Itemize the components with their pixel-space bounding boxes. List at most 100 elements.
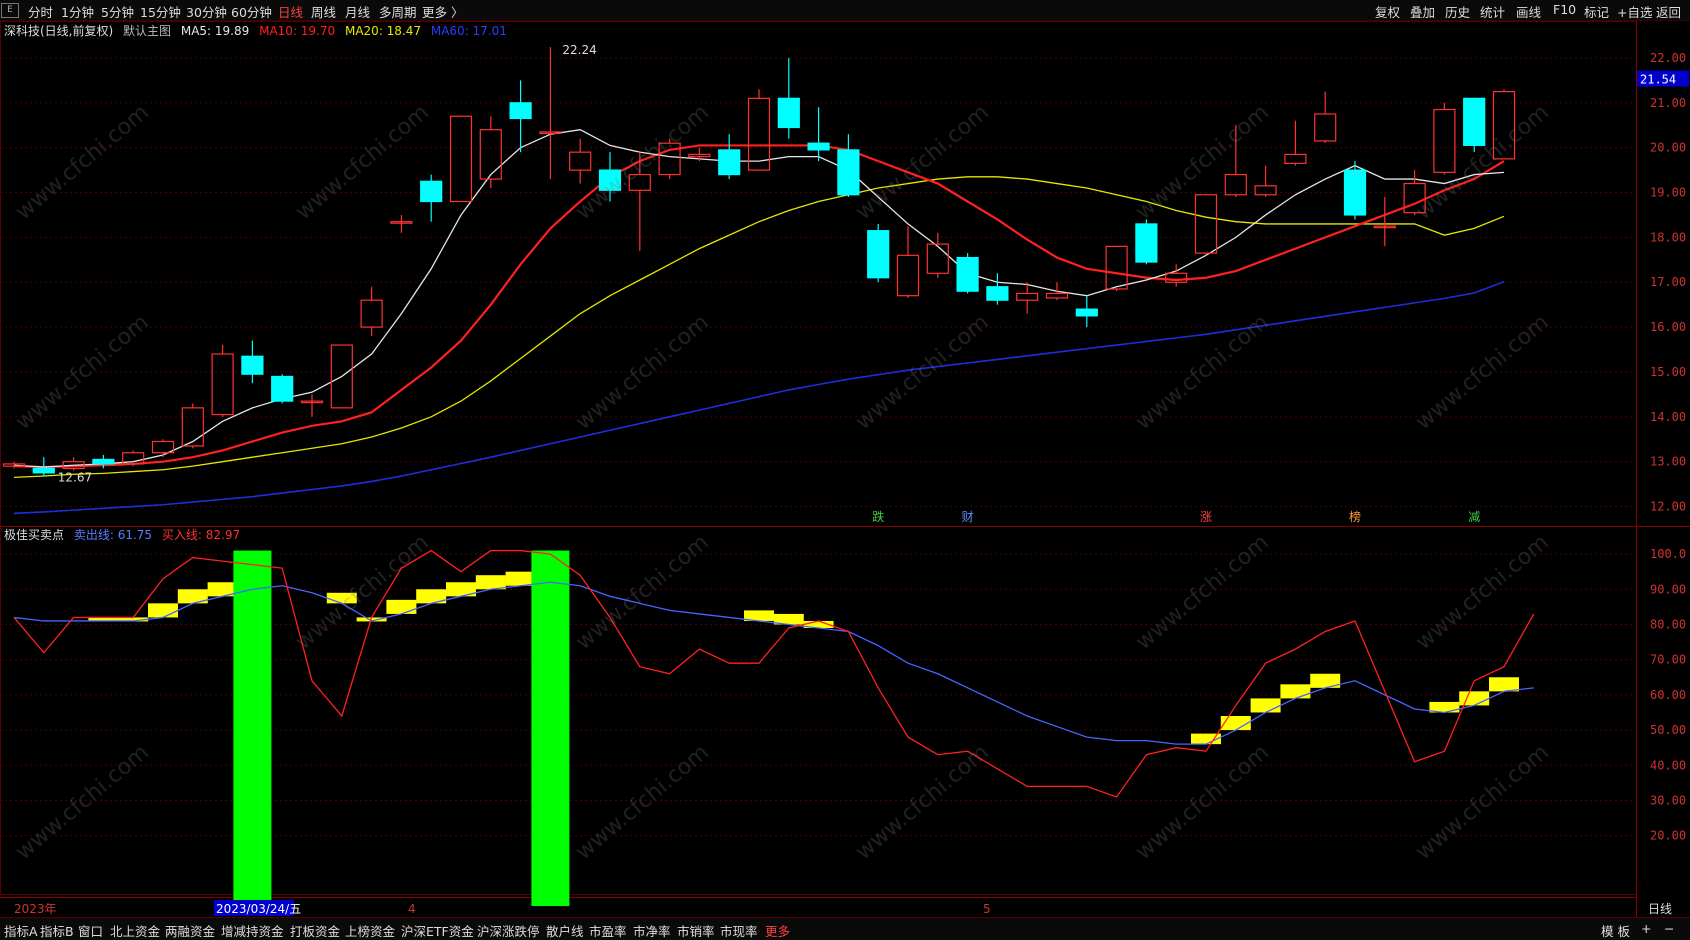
candle	[956, 253, 979, 294]
tab-board-funds[interactable]: 打板资金	[290, 921, 340, 940]
price-tick-label: 12.00	[1650, 500, 1686, 514]
tab-more[interactable]: 更多	[765, 921, 790, 940]
candle	[1224, 125, 1247, 198]
candle-body	[479, 129, 502, 180]
ma20-value: MA20: 18.47	[344, 24, 422, 38]
price-tick-label: 14.00	[1650, 410, 1686, 424]
event-marker: 榜	[1349, 509, 1361, 524]
candle-body	[1254, 185, 1277, 196]
candle	[151, 439, 175, 458]
sub-indicator-name[interactable]: 极佳买卖点	[4, 528, 64, 542]
candle	[1075, 295, 1098, 328]
buy-line-value: 买入线: 82.97	[161, 528, 241, 542]
candle	[1194, 194, 1218, 256]
candle	[420, 174, 443, 222]
candle	[241, 340, 264, 384]
date-year-label: 2023年	[14, 902, 57, 916]
candle-body	[1403, 182, 1426, 214]
candle-body	[2, 463, 26, 467]
sell-signal-bar	[1459, 691, 1490, 706]
tab-list-funds[interactable]: 上榜资金	[345, 921, 395, 940]
price-tick-label: 19.00	[1650, 186, 1686, 200]
sub-tick-label: 70.00	[1650, 653, 1686, 667]
sub-tick-label: 80.00	[1650, 617, 1686, 631]
template-button[interactable]: 模 板	[1601, 921, 1630, 940]
candle-body	[32, 467, 55, 474]
ma60-line	[13, 281, 1505, 515]
candle	[598, 152, 622, 202]
current-price-label: 21.54	[1640, 73, 1676, 87]
candle-body	[986, 286, 1009, 301]
candle-body	[1314, 113, 1337, 142]
sub-tick-label: 100.0	[1650, 547, 1686, 561]
candle	[1463, 97, 1486, 153]
candle-body	[956, 256, 979, 292]
tab-pe[interactable]: 市盈率	[589, 921, 627, 940]
candle-body	[1016, 292, 1039, 301]
tab-etf-funds[interactable]: 沪深ETF资金	[401, 921, 474, 940]
date-april-label: 4	[408, 902, 416, 916]
remove-button[interactable]: −	[1664, 921, 1674, 936]
sell-signal-bar	[148, 603, 178, 618]
candle-body	[837, 149, 860, 196]
indicator-subplot	[13, 549, 1535, 907]
tab-holdings-change[interactable]: 增减持资金	[221, 921, 284, 940]
tab-pcf[interactable]: 市现率	[720, 921, 758, 940]
candle	[479, 116, 502, 189]
indicator-name[interactable]: 默认主图	[123, 24, 171, 38]
candle	[1343, 161, 1367, 220]
candle	[360, 286, 383, 337]
tab-ps[interactable]: 市销率	[677, 921, 715, 940]
main-candlestick-plot: 22.24 12.67 跌 财 涨 榜 减	[2, 43, 1516, 524]
price-tick-label: 17.00	[1650, 275, 1686, 289]
candle-body	[628, 173, 651, 191]
sub-tick-label: 90.00	[1650, 582, 1686, 596]
sell-signal-bar	[1489, 677, 1519, 692]
sub-tick-label: 50.00	[1650, 723, 1686, 737]
tab-updown-count[interactable]: 沪深涨跌停	[477, 921, 540, 940]
event-marker: 减	[1468, 510, 1480, 524]
candle-body	[926, 243, 949, 274]
date-cursor-label: 2023/03/24/五	[216, 902, 301, 916]
candle	[1492, 89, 1516, 160]
date-may-label: 5	[983, 902, 991, 916]
period-label: 日线	[1648, 902, 1672, 916]
sell-signal-bar	[475, 575, 506, 590]
candle-body	[1492, 90, 1516, 160]
candle	[390, 214, 413, 233]
sell-signal-bar	[386, 599, 417, 614]
tab-pb[interactable]: 市净率	[633, 921, 671, 940]
candle-body	[1135, 223, 1158, 263]
candle-body	[747, 97, 771, 171]
candle	[62, 457, 85, 471]
main-legend: 深科技(日线,前复权) 默认主图 MA5: 19.89 MA10: 19.70 …	[4, 22, 513, 39]
ma60-value: MA60: 17.01	[430, 24, 507, 38]
tab-window[interactable]: 窗口	[78, 921, 103, 940]
tab-margin[interactable]: 两融资金	[165, 921, 215, 940]
tab-northbound[interactable]: 北上资金	[110, 921, 160, 940]
buy-signal-bar	[233, 550, 272, 907]
add-button[interactable]: +	[1641, 921, 1651, 936]
price-tick-label: 22.00	[1650, 51, 1686, 65]
candle	[569, 138, 592, 184]
price-tick-label: 13.00	[1650, 455, 1686, 469]
candle-body	[449, 115, 473, 203]
candle	[658, 138, 681, 180]
ma5-value: MA5: 19.89	[180, 24, 250, 38]
candle	[1135, 219, 1158, 265]
candle	[271, 374, 294, 404]
candle-body	[211, 353, 234, 416]
tab-indicator-b[interactable]: 指标B	[40, 921, 74, 940]
candle-body	[1284, 153, 1307, 164]
sell-signal-bar	[505, 571, 536, 586]
price-tick-label: 18.00	[1650, 230, 1686, 244]
tab-retail-line[interactable]: 散户线	[546, 921, 584, 940]
tab-indicator-a[interactable]: 指标A	[4, 921, 38, 940]
candle-body	[1224, 173, 1247, 196]
stock-chart[interactable]: 22.24 12.67 跌 财 涨 榜 减 22.00 21.00 20.00 19.00 18.0…	[0, 0, 1690, 917]
candle-body	[181, 407, 204, 447]
candle-body	[867, 230, 890, 279]
sub-tick-label: 20.00	[1650, 829, 1686, 843]
candle	[1284, 120, 1307, 166]
sub-tick-label: 40.00	[1650, 758, 1686, 772]
